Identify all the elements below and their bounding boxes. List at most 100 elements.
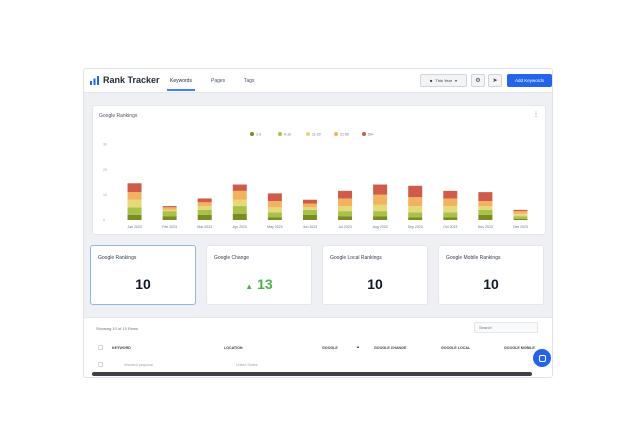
bar-segment[interactable] [338, 206, 353, 212]
legend-item[interactable]: 50+ [362, 132, 374, 137]
time-range-dropdown[interactable]: ■ This Year ▾ [420, 74, 467, 87]
bar-segment[interactable] [443, 212, 458, 218]
bar-segment[interactable] [127, 183, 142, 193]
bar-segment[interactable] [232, 213, 247, 220]
stat-title: Google Local Rankings [330, 255, 382, 261]
bar-segment[interactable] [478, 201, 493, 207]
bar-segment[interactable] [127, 207, 142, 215]
bar-segment[interactable] [443, 217, 458, 220]
bar-segment[interactable] [408, 206, 423, 213]
bar-segment[interactable] [373, 204, 388, 212]
bar-segment[interactable] [162, 209, 177, 212]
column-header-location[interactable]: LOCATION [224, 346, 243, 350]
stat-title: Google Mobile Rankings [446, 255, 501, 261]
bar-segment[interactable] [513, 213, 528, 217]
legend-swatch [306, 132, 310, 136]
x-tick-label: Mar 2023 [197, 225, 212, 229]
bar-chart-logo-icon [90, 75, 99, 85]
legend-swatch [250, 132, 254, 136]
bar-segment[interactable] [267, 217, 282, 220]
stat-title: Google Rankings [98, 255, 137, 261]
bar-segment[interactable] [162, 216, 177, 220]
app-logo[interactable]: Rank Tracker [90, 75, 160, 85]
select-all-checkbox[interactable] [98, 345, 103, 350]
bar-segment[interactable] [197, 198, 212, 203]
bar-segment[interactable] [232, 190, 247, 200]
bar-segment[interactable] [513, 216, 528, 219]
column-header-google-change[interactable]: GOOGLE CHANGE [374, 346, 406, 350]
bar-segment[interactable] [127, 199, 142, 208]
settings-button[interactable]: ⚙ [471, 74, 485, 87]
bar-segment[interactable] [127, 192, 142, 200]
bar-segment[interactable] [267, 193, 282, 201]
legend-item[interactable]: 1-3 [250, 132, 261, 137]
bar-segment[interactable] [302, 209, 317, 215]
bar-segment[interactable] [302, 214, 317, 220]
bar-segment[interactable] [232, 206, 247, 214]
bar-segment[interactable] [162, 207, 177, 210]
bar-segment[interactable] [267, 201, 282, 208]
bar-segment[interactable] [408, 217, 423, 220]
y-tick-label: 20 [103, 168, 107, 172]
bar-segment[interactable] [408, 185, 423, 198]
legend-item[interactable]: 4-10 [278, 132, 291, 137]
x-tick-label: Apr 2023 [233, 225, 247, 229]
bar-segment[interactable] [302, 203, 317, 208]
row-checkbox[interactable] [98, 362, 103, 367]
bar-segment[interactable] [267, 207, 282, 213]
table-search-input[interactable] [474, 322, 538, 333]
bar-segment[interactable] [408, 212, 423, 218]
bar-segment[interactable] [162, 211, 177, 217]
bar-segment[interactable] [197, 214, 212, 220]
bar-segment[interactable] [478, 206, 493, 210]
bar-segment[interactable] [338, 198, 353, 207]
row-keyword[interactable]: research proposal [124, 363, 153, 367]
bar-segment[interactable] [302, 199, 317, 204]
share-button[interactable]: ➤ [488, 74, 502, 87]
bar-segment[interactable] [373, 194, 388, 205]
bar-segment[interactable] [197, 209, 212, 215]
bar-segment[interactable] [478, 209, 493, 215]
add-keywords-button[interactable]: Add Keywords [507, 74, 552, 87]
column-header-google-mobile[interactable]: GOOGLE MOBILE [504, 346, 535, 350]
bar-segment[interactable] [162, 206, 177, 208]
bar-segment[interactable] [338, 211, 353, 217]
bar-segment[interactable] [443, 206, 458, 213]
bar-segment[interactable] [408, 197, 423, 207]
bar-segment[interactable] [127, 214, 142, 220]
bar-segment[interactable] [373, 184, 388, 195]
bar-segment[interactable] [513, 218, 528, 220]
stat-card-google-rankings[interactable]: Google Rankings 10 [90, 245, 196, 305]
chat-button[interactable] [533, 349, 551, 367]
bar-segment[interactable] [232, 184, 247, 191]
bar-segment[interactable] [513, 211, 528, 214]
bar-segment[interactable] [197, 206, 212, 210]
bar-segment[interactable] [478, 214, 493, 220]
bar-segment[interactable] [443, 198, 458, 207]
bar-segment[interactable] [338, 216, 353, 220]
bar-segment[interactable] [197, 202, 212, 207]
tab-tags[interactable]: Tags [244, 78, 255, 84]
stat-card-google-mobile-rankings[interactable]: Google Mobile Rankings 10 [438, 245, 544, 305]
tab-pages[interactable]: Pages [211, 78, 225, 84]
horizontal-scrollbar[interactable] [92, 372, 532, 376]
column-header-google[interactable]: GOOGLE [322, 346, 338, 350]
legend-label: 1-3 [256, 133, 261, 137]
bar-segment[interactable] [373, 211, 388, 217]
bar-segment[interactable] [267, 212, 282, 218]
bar-segment[interactable] [513, 209, 528, 212]
bar-segment[interactable] [443, 190, 458, 199]
tab-keywords[interactable]: Keywords [170, 78, 192, 84]
bar-segment[interactable] [232, 199, 247, 207]
bar-segment[interactable] [338, 190, 353, 199]
bar-segment[interactable] [302, 207, 317, 210]
bar-segment[interactable] [478, 192, 493, 201]
bar-segment[interactable] [373, 216, 388, 220]
column-header-google-local[interactable]: GOOGLE LOCAL [441, 346, 470, 350]
sort-icon[interactable]: ▲ [356, 344, 360, 349]
column-header-keyword[interactable]: KEYWORD [112, 346, 131, 350]
stat-card-google-change[interactable]: Google Change ▲ 13 [206, 245, 312, 305]
legend-item[interactable]: 11-20 [306, 132, 321, 137]
legend-item[interactable]: 21-50 [334, 132, 349, 137]
stat-card-google-local-rankings[interactable]: Google Local Rankings 10 [322, 245, 428, 305]
